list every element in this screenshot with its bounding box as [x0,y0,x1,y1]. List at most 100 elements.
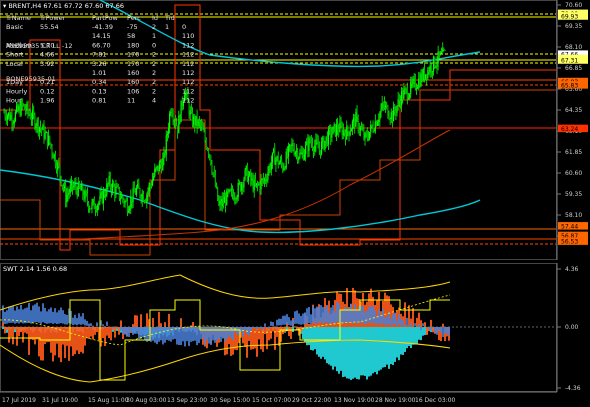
candle-body [202,125,204,130]
candle-body [265,178,267,180]
candle-body [201,125,203,127]
swt-bar-cyan [326,327,328,364]
candle-body [162,158,164,171]
swt-bar-blue [380,314,382,325]
candle-body [273,149,275,153]
candle-body [75,183,77,190]
swt-bar-blue [124,327,126,335]
swt-bar-orange [308,323,310,327]
candle-body [77,182,79,196]
swt-bar-orange [282,327,284,335]
candle-body [263,178,266,181]
swt-bar-blue [410,323,412,327]
swt-bar-orange [24,327,26,333]
candle-body [57,162,59,171]
swt-bar-cyan [380,327,382,370]
candle-body [249,172,251,176]
candle-body [403,89,405,99]
candle-body [26,103,28,111]
candle-body [252,178,254,191]
swt-bar-orange [8,327,10,343]
candle-body [421,73,423,81]
trading-chart[interactable]: 70.6069.3568.1066.8565.6064.3563.1061.85… [0,0,590,407]
swt-bar-blue [242,327,244,337]
candle-body [324,140,326,150]
swt-bar-orange [66,327,68,346]
candle-body [279,159,282,163]
swt-bar-orange [96,327,98,333]
candle-body [9,112,11,120]
swt-bar-blue [290,320,292,326]
table-cell: 112 [182,41,194,49]
candle-body [351,121,354,130]
candle-body [373,131,375,133]
candle-body [275,159,277,165]
table-cell: 170 [127,60,139,68]
candle-body [286,151,288,157]
swt-bar-cyan [410,327,412,349]
table-cell: 66.70 [92,41,111,49]
candle-body [227,190,229,193]
candle-body [199,122,202,126]
swt-panel[interactable] [0,263,557,392]
swt-bar-orange [134,315,136,327]
candle-body [91,202,93,210]
candle-body [123,199,125,204]
swt-bar-blue [394,312,396,325]
time-label: 16 Dec 03:00 [415,397,456,404]
swt-bar-cyan [382,327,384,368]
swt-bar-blue [172,327,174,340]
table-cell: 1.01 [92,69,106,77]
candle-body [436,63,438,67]
candle-body [404,88,406,90]
candle-body [111,183,114,192]
swt-bar-blue [382,308,384,324]
swt-bar-orange [288,327,290,337]
swt-bar-orange [110,327,112,341]
candle-body [313,148,315,152]
table-cell: 0.12 [40,87,54,95]
swt-bar-orange [272,327,274,332]
table-row: Local 3.92 3.26 170 2 112 [6,60,194,68]
candle-body [326,136,328,145]
swt-bar-blue [332,305,334,323]
candle-body [76,189,78,196]
table-cell: 110 [182,32,194,40]
candle-body [171,111,173,116]
candle-body [255,183,258,186]
swt-bar-blue [10,306,12,323]
swt-bar-blue [408,325,410,327]
swt-bar-blue [260,327,262,329]
candle-body [206,148,208,151]
candle-body [150,185,152,187]
swt-bar-blue [80,316,82,325]
candle-body [353,117,355,122]
table-cell: 11 [127,97,135,105]
candle-body [127,210,130,213]
price-label: 67.31 [561,57,578,64]
swt-bar-cyan [404,327,406,352]
candle-body [228,189,230,193]
swt-bar-blue [316,306,318,323]
candle-body [305,145,307,155]
swt-header: SWT 2.14 1.56 0.68 [3,265,67,273]
swt-bar-blue [428,327,430,330]
candle-body [71,180,74,188]
candle-body [134,192,136,195]
swt-bar-blue [232,327,234,341]
candle-body [302,152,304,160]
table-cell: Short [6,51,24,59]
main-price-panel[interactable] [0,0,557,260]
swt-bar-blue [20,304,22,323]
candle-body [153,175,155,180]
swt-bar-cyan [320,327,322,359]
table-cell: 180 [127,41,139,49]
swt-bar-blue [74,314,76,325]
candle-body [339,122,341,132]
swt-bar-blue [182,327,184,342]
candle-body [143,201,146,203]
candle-body [423,68,426,80]
swt-bar-cyan [322,327,324,357]
swt-bar-blue [138,327,140,340]
swt-bar-blue [208,327,210,344]
